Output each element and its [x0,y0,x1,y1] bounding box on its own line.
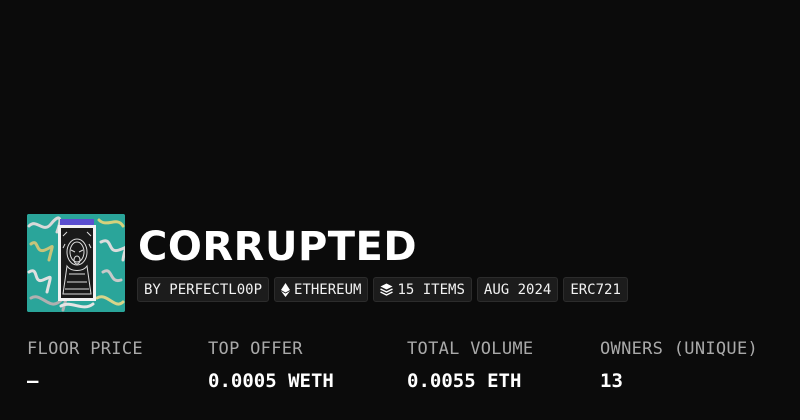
owners-value: 13 [600,370,623,392]
date-label: AUG 2024 [483,281,552,298]
floor-price-label: FLOOR PRICE [27,339,143,359]
collection-header: CORRUPTED BY PERFECTL00P ETHEREUM 15 ITE… [27,214,787,312]
standard-badge: ERC721 [563,277,628,302]
owners-stat: OWNERS (UNIQUE) 13 [600,338,758,392]
creator-badge[interactable]: BY PERFECTL00P [137,277,270,302]
collection-artwork [27,214,125,312]
top-offer-value: 0.0005 WETH [208,370,334,392]
collection-badges: BY PERFECTL00P ETHEREUM 15 ITEMS AUG 202… [137,277,628,302]
collection-stats: FLOOR PRICE — TOP OFFER 0.0005 WETH TOTA… [27,338,787,398]
layers-icon [380,283,394,296]
ethereum-icon [281,282,291,297]
floor-price-value: — [27,370,39,392]
floor-price-stat: FLOOR PRICE — [27,338,143,392]
collection-title: CORRUPTED [138,224,418,270]
items-badge[interactable]: 15 ITEMS [373,277,472,302]
creator-label: BY PERFECTL00P [144,281,263,298]
total-volume-label: TOTAL VOLUME [407,339,534,359]
chain-label: ETHEREUM [294,281,362,298]
chain-badge[interactable]: ETHEREUM [274,277,369,302]
top-offer-label: TOP OFFER [208,339,303,359]
standard-label: ERC721 [570,281,621,298]
items-label: 15 ITEMS [397,281,465,298]
date-badge: AUG 2024 [476,277,559,302]
top-offer-stat[interactable]: TOP OFFER 0.0005 WETH [208,338,334,392]
collection-thumbnail[interactable] [27,214,125,312]
total-volume-stat: TOTAL VOLUME 0.0055 ETH [407,338,533,392]
total-volume-value: 0.0055 ETH [407,370,522,392]
owners-label: OWNERS (UNIQUE) [600,339,759,359]
